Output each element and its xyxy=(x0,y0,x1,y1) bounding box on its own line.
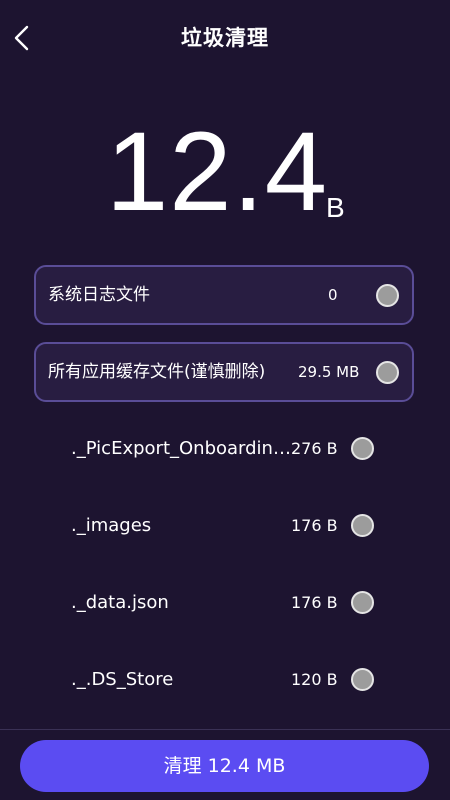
category-checkbox[interactable] xyxy=(376,284,399,307)
file-name: ._images xyxy=(71,515,152,536)
file-name: ._PicExport_Onboardin… xyxy=(71,438,291,459)
file-size: 276 B xyxy=(291,439,338,458)
bottom-divider xyxy=(0,729,450,730)
clean-button[interactable]: 清理 12.4 MB xyxy=(20,740,429,792)
file-list-item[interactable]: ._.DS_Store 120 B xyxy=(34,650,414,710)
file-size: 120 B xyxy=(291,670,338,689)
junk-size-display: 12.4 B xyxy=(0,112,450,232)
file-checkbox[interactable] xyxy=(351,668,374,691)
file-list-item[interactable]: ._images 176 B xyxy=(34,496,414,556)
category-label: 所有应用缓存文件(谨慎删除) xyxy=(48,362,266,382)
category-size: 29.5 MB xyxy=(298,363,360,381)
file-checkbox[interactable] xyxy=(351,514,374,537)
category-app-cache[interactable]: 所有应用缓存文件(谨慎删除) 29.5 MB xyxy=(34,342,414,402)
page-title: 垃圾清理 xyxy=(181,26,269,50)
file-checkbox[interactable] xyxy=(351,591,374,614)
file-list-item[interactable]: ._data.json 176 B xyxy=(34,573,414,633)
file-size: 176 B xyxy=(291,593,338,612)
file-size: 176 B xyxy=(291,516,338,535)
file-checkbox[interactable] xyxy=(351,437,374,460)
junk-size-unit: B xyxy=(326,192,345,223)
junk-size-value: 12.4 xyxy=(106,109,328,234)
category-size: 0 xyxy=(328,286,338,304)
file-name: ._.DS_Store xyxy=(71,669,174,690)
top-bar: 垃圾清理 xyxy=(0,0,450,76)
category-label: 系统日志文件 xyxy=(48,285,150,305)
category-system-logs[interactable]: 系统日志文件 0 xyxy=(34,265,414,325)
category-checkbox[interactable] xyxy=(376,361,399,384)
file-name: ._data.json xyxy=(71,592,169,613)
file-list-item[interactable]: ._PicExport_Onboardin… 276 B xyxy=(34,419,414,479)
